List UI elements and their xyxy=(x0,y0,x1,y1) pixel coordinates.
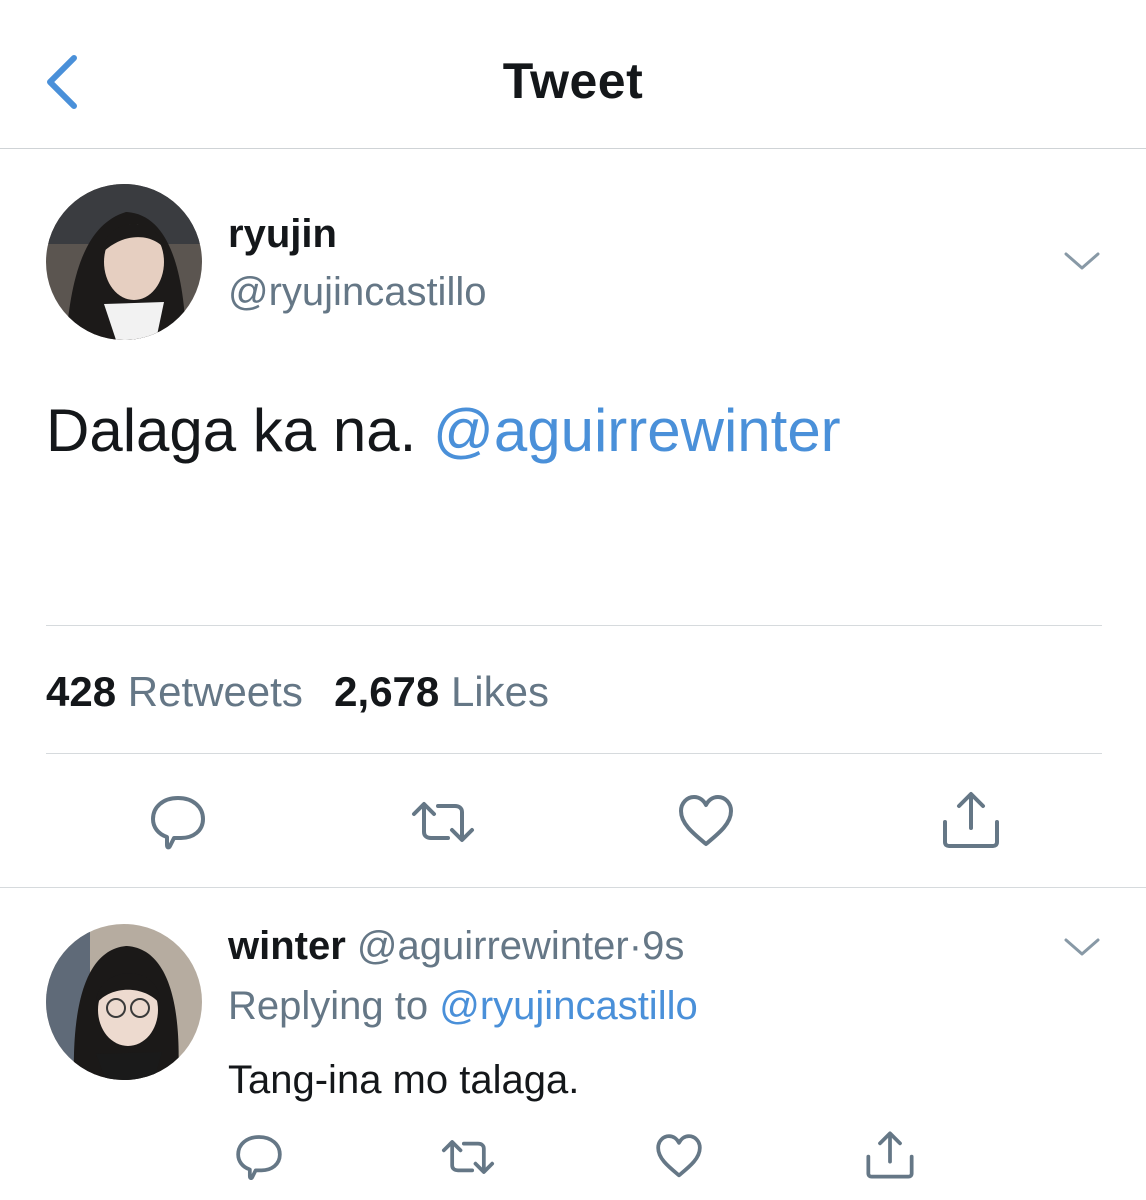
likes-label: Likes xyxy=(450,668,550,715)
chevron-down-icon xyxy=(1064,938,1100,956)
reply-header: winter @aguirrewinter·9s xyxy=(228,924,684,969)
separator-dot: · xyxy=(628,924,643,968)
divider xyxy=(46,625,1102,626)
retweet-arrows-icon xyxy=(441,1140,495,1174)
like-button[interactable] xyxy=(676,792,736,852)
share-button[interactable] xyxy=(940,790,1002,850)
mention-link[interactable]: @aguirrewinter xyxy=(433,397,841,464)
more-options-button[interactable] xyxy=(1062,248,1102,274)
profile-photo-ryujin xyxy=(46,184,202,340)
tweet-text: Dalaga ka na. @aguirrewinter xyxy=(46,396,841,465)
share-upload-icon xyxy=(866,1131,914,1179)
speech-bubble-icon xyxy=(236,1135,282,1181)
reply-more-options-button[interactable] xyxy=(1062,934,1102,960)
reply-button[interactable] xyxy=(148,792,208,852)
user-handle[interactable]: @ryujincastillo xyxy=(228,270,486,315)
retweet-stat[interactable]: 428 Retweets xyxy=(46,668,315,715)
reply-handle[interactable]: @aguirrewinter xyxy=(357,924,629,968)
reply-reply-button[interactable] xyxy=(234,1132,284,1182)
heart-icon xyxy=(679,795,733,846)
replying-to: Replying to @ryujincastillo xyxy=(228,984,698,1029)
display-name[interactable]: ryujin xyxy=(228,212,337,257)
heart-icon xyxy=(656,1134,702,1178)
reply-retweet-button[interactable] xyxy=(440,1132,496,1182)
reply-avatar[interactable] xyxy=(46,924,202,1080)
reply-share-button[interactable] xyxy=(864,1130,916,1180)
section-divider xyxy=(0,887,1146,888)
retweets-count: 428 xyxy=(46,668,117,715)
avatar[interactable] xyxy=(46,184,202,340)
replying-to-label: Replying to xyxy=(228,984,429,1028)
replying-to-link[interactable]: @ryujincastillo xyxy=(439,984,697,1028)
share-upload-icon xyxy=(943,792,999,848)
reply-display-name[interactable]: winter xyxy=(228,924,346,968)
divider xyxy=(46,753,1102,754)
reply-like-button[interactable] xyxy=(654,1132,704,1182)
page-title: Tweet xyxy=(502,53,644,109)
retweet-arrows-icon xyxy=(412,802,474,842)
reply-text: Tang-ina mo talaga. xyxy=(228,1058,580,1102)
reply-timestamp[interactable]: 9s xyxy=(642,924,684,968)
likes-stat[interactable]: 2,678 Likes xyxy=(334,668,549,715)
retweets-label: Retweets xyxy=(127,668,303,715)
retweet-button[interactable] xyxy=(410,792,476,852)
tweet-body: Dalaga ka na. xyxy=(46,397,417,464)
speech-bubble-icon xyxy=(151,796,205,850)
profile-photo-winter xyxy=(46,924,202,1080)
tweet-stats: 428 Retweets 2,678 Likes xyxy=(46,668,549,716)
chevron-down-icon xyxy=(1064,252,1100,270)
navigation-header: Tweet xyxy=(0,0,1146,149)
likes-count: 2,678 xyxy=(334,668,440,715)
